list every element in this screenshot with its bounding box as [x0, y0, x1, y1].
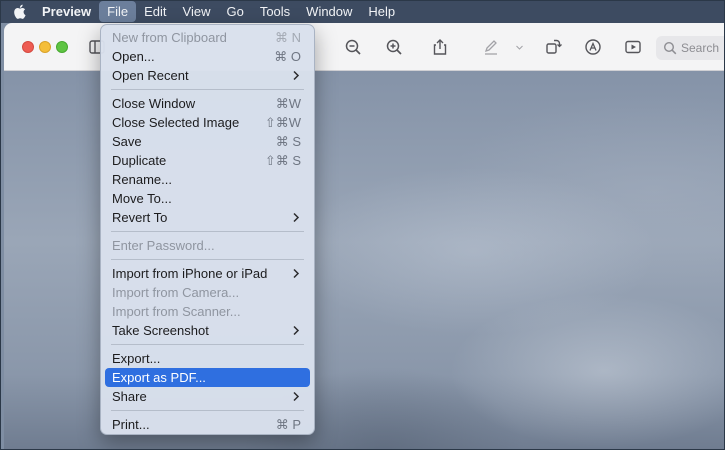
menu-item-duplicate[interactable]: Duplicate ⇧⌘ S: [105, 151, 310, 170]
menu-item-save[interactable]: Save ⌘ S: [105, 132, 310, 151]
menu-item-import-from-camera: Import from Camera...: [112, 285, 240, 300]
menu-item-print[interactable]: Print... ⌘ P: [105, 415, 310, 434]
menu-item-new-from-clipboard: New from Clipboard ⌘ N: [112, 30, 301, 45]
zoom-in-icon[interactable]: [383, 36, 405, 58]
slideshow-icon[interactable]: [622, 36, 644, 58]
menu-separator: [111, 89, 304, 90]
menu-go[interactable]: Go: [218, 0, 251, 23]
markup-pen-icon[interactable]: [480, 36, 502, 58]
file-menu: New from Clipboard ⌘ N Open... ⌘ O Open Re…: [100, 24, 315, 435]
menu-item-close-selected-image[interactable]: Close Selected Image ⇧⌘W: [105, 113, 310, 132]
menu-item-import-from-iphone[interactable]: Import from iPhone or iPad: [105, 264, 310, 283]
menu-item-move-to[interactable]: Move To...: [105, 189, 310, 208]
minimize-window-button[interactable]: [39, 41, 51, 53]
menu-help[interactable]: Help: [360, 0, 403, 23]
chevron-right-icon: [293, 212, 300, 223]
menu-item-share[interactable]: Share: [105, 387, 310, 406]
zoom-window-button[interactable]: [56, 41, 68, 53]
apple-logo-icon[interactable]: [0, 4, 30, 19]
menu-item-open[interactable]: Open... ⌘ O: [105, 47, 310, 66]
search-icon: [663, 41, 677, 55]
menu-item-enter-password: Enter Password...: [112, 238, 215, 253]
rotate-icon[interactable]: [542, 36, 564, 58]
menu-item-open-recent[interactable]: Open Recent: [105, 66, 310, 85]
chevron-right-icon: [293, 391, 300, 402]
menu-item-take-screenshot[interactable]: Take Screenshot: [105, 321, 310, 340]
menu-tools[interactable]: Tools: [252, 0, 298, 23]
menu-separator: [111, 410, 304, 411]
menu-item-close-window[interactable]: Close Window ⌘W: [105, 94, 310, 113]
menu-bar: Preview File Edit View Go Tools Window H…: [0, 0, 725, 23]
menu-item-export[interactable]: Export...: [105, 349, 310, 368]
menu-view[interactable]: View: [175, 0, 219, 23]
close-window-button[interactable]: [22, 41, 34, 53]
chevron-down-icon[interactable]: [513, 36, 525, 58]
menu-separator: [111, 231, 304, 232]
menu-separator: [111, 344, 304, 345]
annotate-icon[interactable]: [582, 36, 604, 58]
menu-item-rename[interactable]: Rename...: [105, 170, 310, 189]
zoom-out-icon[interactable]: [342, 36, 364, 58]
menu-preview[interactable]: Preview: [30, 0, 99, 23]
menu-item-export-as-pdf[interactable]: Export as PDF...: [105, 368, 310, 387]
chevron-right-icon: [293, 325, 300, 336]
menu-separator: [111, 259, 304, 260]
chevron-right-icon: [293, 70, 300, 81]
search-field[interactable]: Search: [656, 36, 725, 60]
chevron-right-icon: [293, 268, 300, 279]
menu-item-revert-to[interactable]: Revert To: [105, 208, 310, 227]
search-placeholder: Search: [681, 41, 720, 55]
menu-edit[interactable]: Edit: [136, 0, 174, 23]
menu-window[interactable]: Window: [298, 0, 360, 23]
share-icon[interactable]: [429, 36, 451, 58]
menu-file[interactable]: File: [99, 1, 137, 22]
menu-item-import-from-scanner: Import from Scanner...: [112, 304, 241, 319]
